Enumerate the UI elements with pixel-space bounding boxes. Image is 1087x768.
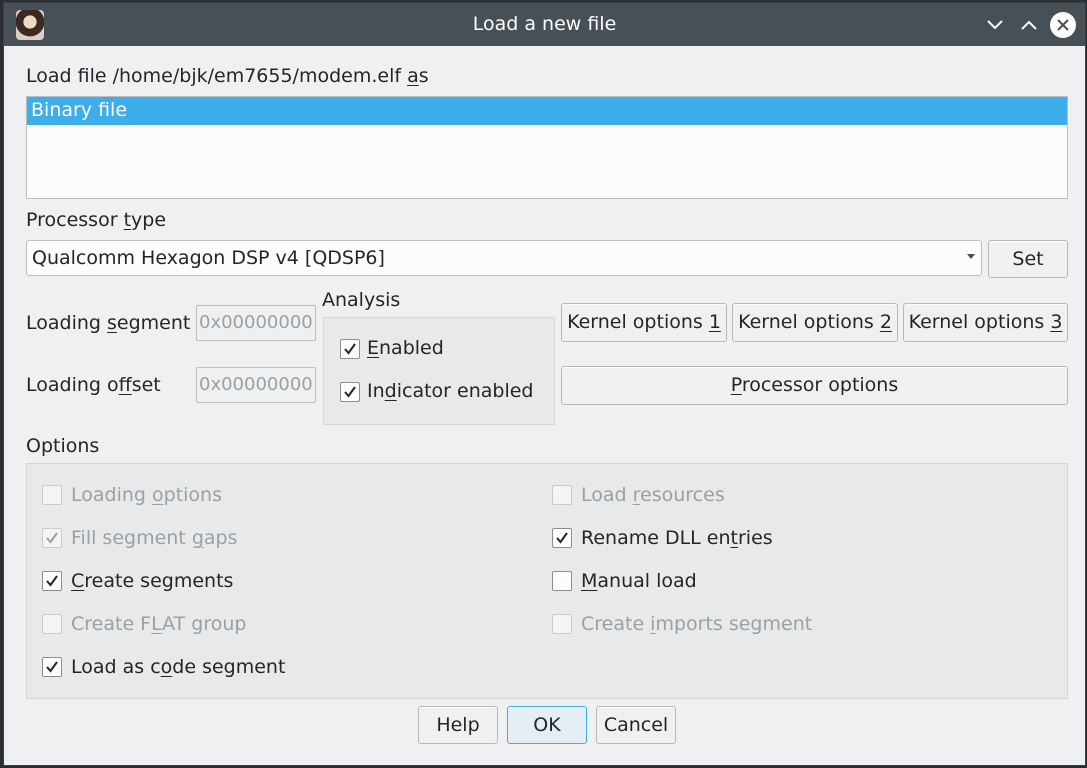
- title-bar[interactable]: Load a new file: [4, 3, 1085, 46]
- processor-type-select[interactable]: Qualcomm Hexagon DSP v4 [QDSP6]: [26, 240, 982, 276]
- create-imports-segment-checkbox[interactable]: [552, 614, 572, 634]
- help-button[interactable]: Help: [418, 706, 498, 744]
- load-file-label: Load file /home/bjk/em7655/modem.elf as: [26, 65, 429, 87]
- indicator-enabled-label[interactable]: Indicator enabled: [367, 380, 533, 402]
- processor-selected-value: Qualcomm Hexagon DSP v4 [QDSP6]: [32, 247, 385, 269]
- check-icon: [46, 532, 58, 544]
- file-format-list[interactable]: Binary file: [26, 96, 1068, 199]
- analysis-group: [323, 317, 555, 425]
- create-flat-group-label[interactable]: Create FLAT group: [71, 613, 247, 635]
- analysis-enabled-checkbox[interactable]: [340, 339, 360, 359]
- chevron-down-icon[interactable]: [982, 12, 1008, 38]
- loading-offset-label: Loading offset: [26, 374, 161, 396]
- loading-options-checkbox[interactable]: [42, 485, 62, 505]
- close-circle-icon[interactable]: [1050, 12, 1076, 38]
- check-icon: [46, 575, 58, 587]
- rename-dll-entries-label[interactable]: Rename DLL entries: [581, 527, 773, 549]
- kernel-options-2-button[interactable]: Kernel options 2: [732, 303, 898, 342]
- kernel-options-3-button[interactable]: Kernel options 3: [903, 303, 1068, 342]
- check-icon: [556, 532, 568, 544]
- window-title: Load a new file: [472, 13, 617, 35]
- fill-segment-gaps-label[interactable]: Fill segment gaps: [71, 527, 237, 549]
- list-item-binary-file[interactable]: Binary file: [27, 97, 1067, 125]
- load-file-dialog: Load a new file Load file /home/bjk/em76…: [3, 2, 1086, 766]
- analysis-enabled-label[interactable]: Enabled: [367, 337, 444, 359]
- loading-segment-label: Loading segment: [26, 312, 191, 334]
- create-imports-segment-label[interactable]: Create imports segment: [581, 613, 812, 635]
- ok-button[interactable]: OK: [507, 706, 587, 744]
- processor-options-button[interactable]: Processor options: [561, 366, 1068, 405]
- loading-segment-input[interactable]: 0x00000000: [196, 305, 316, 341]
- manual-load-label[interactable]: Manual load: [581, 570, 697, 592]
- dropdown-arrow-icon: [967, 254, 975, 259]
- manual-load-checkbox[interactable]: [552, 571, 572, 591]
- rename-dll-entries-checkbox[interactable]: [552, 528, 572, 548]
- set-processor-button[interactable]: Set: [988, 240, 1068, 278]
- create-segments-checkbox[interactable]: [42, 571, 62, 591]
- chevron-up-icon[interactable]: [1016, 12, 1042, 38]
- create-segments-label[interactable]: Create segments: [71, 570, 233, 592]
- loading-offset-input[interactable]: 0x00000000: [196, 367, 316, 403]
- indicator-enabled-checkbox[interactable]: [340, 382, 360, 402]
- kernel-options-1-button[interactable]: Kernel options 1: [561, 303, 727, 342]
- options-group-title: Options: [26, 435, 100, 457]
- cancel-button[interactable]: Cancel: [596, 706, 676, 744]
- load-resources-checkbox[interactable]: [552, 485, 572, 505]
- loading-options-label[interactable]: Loading options: [71, 484, 222, 506]
- load-resources-label[interactable]: Load resources: [581, 484, 725, 506]
- check-icon: [344, 343, 356, 355]
- check-icon: [344, 386, 356, 398]
- load-as-code-segment-checkbox[interactable]: [42, 657, 62, 677]
- create-flat-group-checkbox[interactable]: [42, 614, 62, 634]
- analysis-group-title: Analysis: [322, 289, 401, 311]
- load-as-code-segment-label[interactable]: Load as code segment: [71, 656, 285, 678]
- check-icon: [46, 661, 58, 673]
- fill-segment-gaps-checkbox[interactable]: [42, 528, 62, 548]
- processor-type-label: Processor type: [26, 209, 167, 231]
